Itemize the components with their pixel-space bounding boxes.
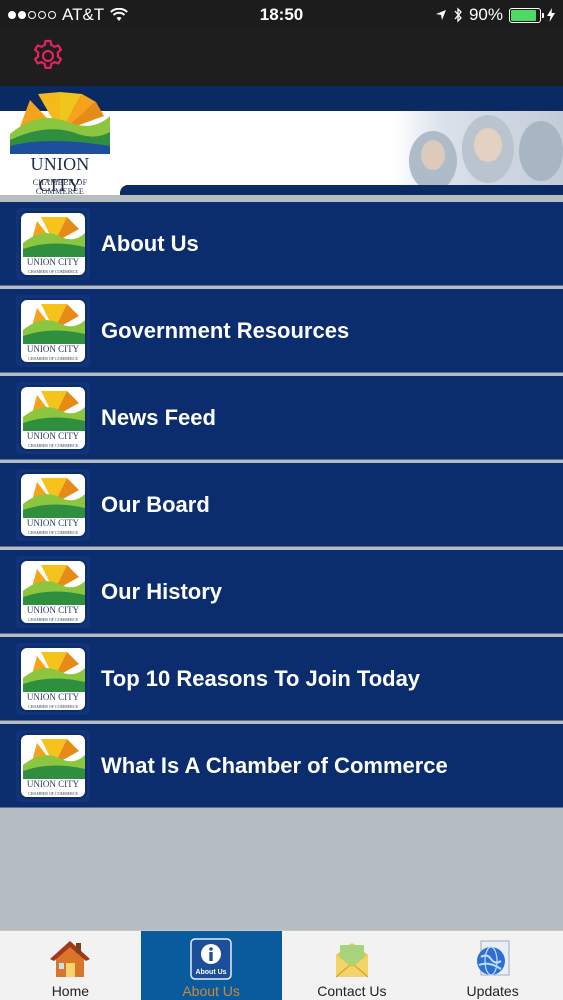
union-city-logo-icon: UNION CITY CHAMBER OF COMMERCE [16,382,90,454]
tab-label: Home [51,983,90,999]
menu-item-what-is-a-chamber[interactable]: UNION CITY CHAMBER OF COMMERCE What Is A… [0,724,563,808]
location-arrow-icon [435,10,446,20]
battery-level-fill [511,9,537,21]
tab-updates[interactable]: Updates [422,931,563,1000]
union-city-logo-icon: UNION CITY CHAMBER OF COMMERCE [16,556,90,628]
battery-icon [509,7,544,23]
menu-item-our-board[interactable]: UNION CITY CHAMBER OF COMMERCE Our Board [0,463,563,547]
menu-item-label: News Feed [101,405,216,430]
header-banner: UNION CITY CHAMBER OF COMMERCE [0,86,563,202]
menu-item-label: Our Board [101,492,210,517]
gear-icon [33,39,63,69]
house-icon [50,941,91,977]
info-icon: About Us [190,938,232,980]
menu-list: UNION CITY CHAMBER OF COMMERCE About Us … [0,202,563,930]
tab-label: About Us [182,983,240,999]
union-city-logo: UNION CITY CHAMBER OF COMMERCE [8,92,112,200]
tab-about-us[interactable]: About Us About Us [140,931,282,1000]
tab-label: Updates [466,983,519,999]
status-right: 90% [435,5,555,25]
menu-item-top-10-reasons[interactable]: UNION CITY CHAMBER OF COMMERCE Top 10 Re… [0,637,563,721]
menu-item-label: Top 10 Reasons To Join Today [101,666,421,691]
tab-label: Contact Us [317,983,387,999]
menu-item-our-history[interactable]: UNION CITY CHAMBER OF COMMERCE Our Histo… [0,550,563,634]
union-city-logo-icon: UNION CITY CHAMBER OF COMMERCE [16,730,90,802]
globe-icon [476,940,510,976]
bottom-tab-bar: Home About Us About Us Contact Us Update… [0,930,563,1000]
sunrise-hills-logo-icon [10,92,110,154]
bluetooth-icon [454,7,462,23]
menu-item-label: About Us [101,231,199,256]
battery-percent: 90% [468,5,503,24]
menu-item-label: Government Resources [101,318,350,343]
top-navigation-bar [0,30,563,86]
charging-bolt-icon [547,8,555,22]
logo-subtitle: CHAMBER OF COMMERCE [32,178,88,196]
menu-item-label: Our History [101,579,223,604]
tab-contact-us[interactable]: Contact Us [282,931,423,1000]
union-city-logo-icon: UNION CITY CHAMBER OF COMMERCE [16,295,90,367]
tab-home[interactable]: Home [0,931,141,1000]
union-city-logo-icon: UNION CITY CHAMBER OF COMMERCE [16,469,90,541]
menu-item-news-feed[interactable]: UNION CITY CHAMBER OF COMMERCE News Feed [0,376,563,460]
about-icon-text: About Us [196,969,227,976]
envelope-icon [335,943,369,978]
menu-item-label: What Is A Chamber of Commerce [101,753,448,778]
union-city-logo-icon: UNION CITY CHAMBER OF COMMERCE [16,643,90,715]
banner-people-photo [393,111,563,191]
settings-button[interactable] [28,36,68,76]
banner-bottom-band [120,185,563,195]
union-city-logo-icon: UNION CITY CHAMBER OF COMMERCE [16,208,90,280]
menu-item-government-resources[interactable]: UNION CITY CHAMBER OF COMMERCE Governmen… [0,289,563,373]
menu-item-about-us[interactable]: UNION CITY CHAMBER OF COMMERCE About Us [0,202,563,286]
status-bar: AT&T 18:50 90% [0,0,563,30]
